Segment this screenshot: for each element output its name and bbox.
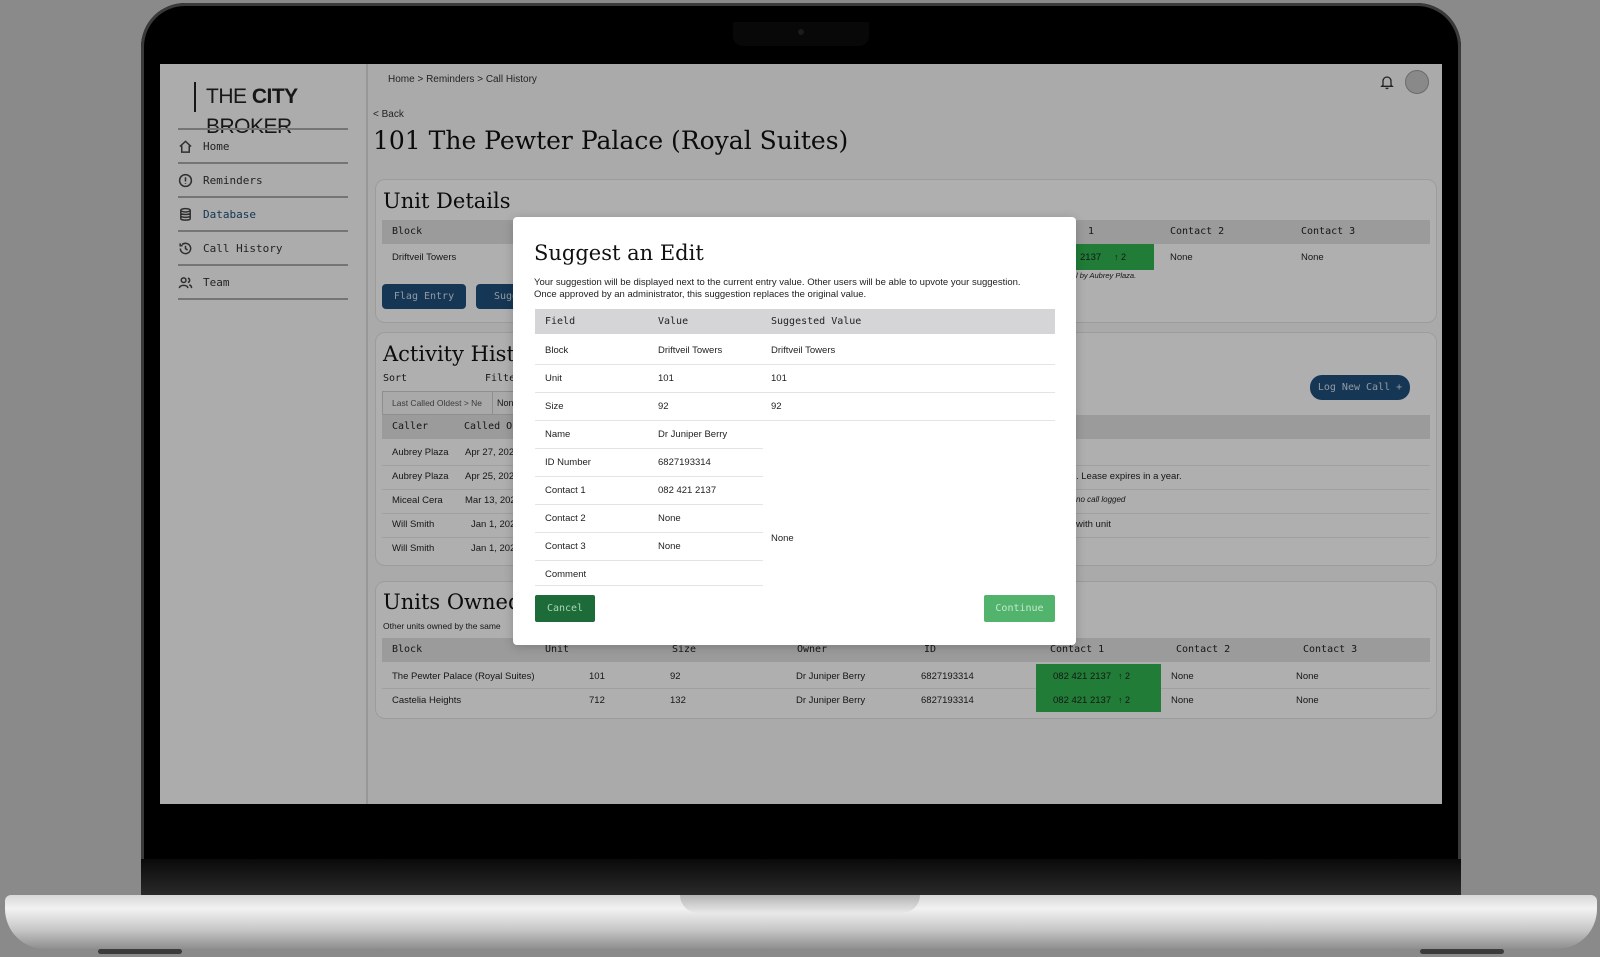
suggest-edit-modal: Suggest an Edit Your suggestion will be … <box>513 217 1076 645</box>
suggested-value-input[interactable]: Driftveil Towers <box>771 337 835 364</box>
field-value: None <box>658 513 681 524</box>
app-screen: THE CITY BROKER Home Reminders Database … <box>160 64 1442 804</box>
field-value: None <box>658 541 681 552</box>
modal-description: Your suggestion will be displayed next t… <box>534 277 1021 300</box>
laptop-foot-right <box>1420 949 1504 954</box>
suggested-value-input[interactable]: 92 <box>771 393 782 420</box>
row-divider <box>535 585 763 586</box>
laptop-foot-left <box>98 949 182 954</box>
field-name: Comment <box>545 569 587 580</box>
continue-button[interactable]: Continue <box>984 595 1055 622</box>
field-value: 101 <box>658 373 674 384</box>
field-value: 082 421 2137 <box>658 485 717 496</box>
modal-title: Suggest an Edit <box>534 241 704 265</box>
field-name: Size <box>545 401 564 412</box>
row-divider <box>535 392 1055 393</box>
field-value: 92 <box>658 401 669 412</box>
field-name: Unit <box>545 373 562 384</box>
field-name: ID Number <box>545 457 591 468</box>
field-value: Driftveil Towers <box>658 345 723 356</box>
field-value: 6827193314 <box>658 457 711 468</box>
cancel-button[interactable]: Cancel <box>535 595 595 622</box>
suggested-value-input[interactable]: None <box>771 525 794 552</box>
row-divider <box>535 364 1055 365</box>
camera-icon <box>798 29 804 35</box>
field-name: Contact 1 <box>545 485 586 496</box>
field-name: Block <box>545 345 569 356</box>
field-name: Contact 3 <box>545 541 586 552</box>
field-value: Dr Juniper Berry <box>658 429 728 440</box>
laptop-thumb-notch <box>680 895 920 913</box>
column-header-suggested-value: Suggested Value <box>771 316 862 327</box>
suggested-value-input[interactable]: 101 <box>771 365 787 392</box>
field-name: Contact 2 <box>545 513 586 524</box>
laptop-hinge <box>141 859 1461 895</box>
column-header-field: Field <box>545 316 576 327</box>
field-name: Name <box>545 429 571 440</box>
column-header-value: Value <box>658 316 689 327</box>
row-divider <box>535 420 1055 421</box>
modal-table-header: Field Value Suggested Value <box>535 309 1055 334</box>
